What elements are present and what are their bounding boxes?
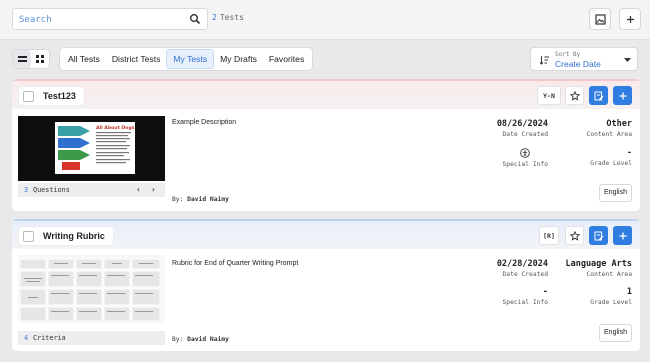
search-input[interactable] (19, 12, 189, 27)
grade-level-value: 1 (626, 287, 632, 297)
test-type-badge[interactable]: [R] (539, 226, 559, 245)
grade-level-label: Grade Level (590, 160, 632, 167)
star-icon (569, 90, 580, 101)
test-title[interactable]: Test123 (43, 91, 76, 101)
author-prefix: By: (172, 196, 184, 203)
favorite-button[interactable] (565, 86, 584, 105)
date-created: 08/26/2024 Date Created (497, 119, 548, 138)
grade-level-value: - (626, 148, 632, 158)
sort-value: Create Date (555, 59, 601, 69)
tab-my-drafts[interactable]: My Drafts (214, 49, 263, 69)
grid-view-button[interactable] (31, 50, 49, 68)
list-view-icon (17, 56, 27, 62)
date-value: 02/28/2024 (496, 259, 548, 269)
content-area: Language Arts Content Area (565, 259, 632, 278)
test-card-header: Test123 Y-N (12, 79, 640, 109)
test-description: Rubric for End of Quarter Writing Prompt (172, 260, 299, 267)
view-toggle (12, 49, 50, 69)
search-icon[interactable] (189, 13, 201, 25)
content-area-label: Content Area (586, 271, 633, 278)
add-test-button[interactable] (619, 8, 641, 30)
sort-icon (539, 56, 549, 65)
language-badge[interactable]: English (599, 324, 632, 342)
tab-favorites[interactable]: Favorites (263, 49, 310, 69)
edit-document-icon (594, 231, 603, 240)
author-name: David Naimy (187, 336, 229, 343)
prev-arrow-icon[interactable]: ‹ (136, 185, 141, 194)
language-badge[interactable]: English (599, 184, 632, 202)
criteria-count: 4 (24, 334, 29, 342)
tab-all-tests[interactable]: All Tests (62, 49, 106, 69)
tab-my-tests[interactable]: My Tests (166, 49, 215, 69)
add-to-test-button[interactable] (613, 86, 632, 105)
special-info: Special Info (502, 148, 549, 168)
test-description: Example Description (172, 119, 237, 126)
top-bar: 2Tests (0, 0, 650, 40)
plus-icon (626, 15, 634, 23)
question-count: 3 (24, 186, 29, 194)
grid-view-icon (36, 55, 44, 63)
grade-level: 1 Grade Level (590, 287, 632, 306)
date-value: 08/26/2024 (496, 119, 548, 129)
test-title[interactable]: Writing Rubric (43, 231, 105, 241)
author-name: David Naimy (187, 196, 229, 203)
content-area-value: Other (606, 119, 632, 129)
rubric-preview-image (18, 255, 165, 323)
test-author: By: David Naimy (172, 336, 229, 343)
add-to-test-button[interactable] (613, 226, 632, 245)
sort-caption: Sort By (555, 51, 581, 58)
test-thumbnail[interactable] (18, 255, 165, 323)
test-type-badge[interactable]: Y-N (537, 86, 561, 105)
special-info-label: Special Info (502, 299, 549, 306)
date-created: 02/28/2024 Date Created (497, 259, 548, 278)
grade-level-label: Grade Level (590, 299, 632, 306)
special-info: - Special Info (503, 287, 549, 306)
test-card[interactable]: Writing Rubric [R] 4 Criteria Rubric for… (12, 219, 640, 351)
test-thumbnail[interactable]: All About Dogs (18, 116, 165, 181)
date-label: Date Created (502, 131, 549, 138)
edit-document-icon (594, 91, 603, 100)
thumbnail-caption: All About Dogs (96, 125, 135, 131)
test-filter-tabs: All Tests District Tests My Tests My Dra… (59, 47, 314, 71)
content-area-value: Language Arts (565, 259, 632, 269)
criteria-count-label: Criteria (33, 334, 66, 342)
special-info-value: - (542, 287, 548, 297)
next-arrow-icon[interactable]: › (151, 185, 156, 194)
tab-district-tests[interactable]: District Tests (106, 49, 167, 69)
edit-test-button[interactable] (589, 86, 608, 105)
test-count-label: Tests (219, 13, 244, 22)
chevron-down-icon (624, 58, 631, 62)
test-count-number: 2 (212, 13, 217, 22)
list-view-button[interactable] (13, 50, 31, 68)
sort-dropdown[interactable]: Sort By Create Date (530, 47, 638, 71)
thumbnail-footer: 3 Questions ‹ › (18, 183, 165, 197)
test-author: By: David Naimy (172, 196, 229, 203)
thumbnail-footer: 4 Criteria (18, 331, 165, 345)
special-info-label: Special Info (502, 161, 549, 168)
search-box[interactable] (12, 8, 208, 30)
star-icon (569, 230, 580, 241)
select-checkbox[interactable] (23, 90, 34, 102)
date-label: Date Created (502, 271, 549, 278)
plus-icon (619, 232, 626, 239)
content-area-label: Content Area (586, 131, 633, 138)
select-checkbox[interactable] (23, 230, 34, 242)
test-title-box: Test123 (19, 87, 84, 105)
test-count: 2 Tests (212, 13, 244, 22)
slide-preview-image: All About Dogs (18, 116, 165, 181)
grade-level: - Grade Level (590, 148, 632, 167)
favorite-button[interactable] (565, 226, 584, 245)
test-card-header: Writing Rubric [R] (12, 219, 640, 249)
test-title-box: Writing Rubric (19, 227, 113, 245)
question-count-label: Questions (33, 186, 70, 194)
accessibility-icon (520, 148, 531, 158)
edit-test-button[interactable] (589, 226, 608, 245)
image-icon (594, 13, 606, 25)
plus-icon (619, 92, 626, 99)
image-button[interactable] (589, 8, 611, 30)
test-card[interactable]: Test123 Y-N All About Dogs 3 Questions ‹… (12, 79, 640, 211)
author-prefix: By: (172, 336, 184, 343)
content-area: Other Content Area (587, 119, 633, 138)
